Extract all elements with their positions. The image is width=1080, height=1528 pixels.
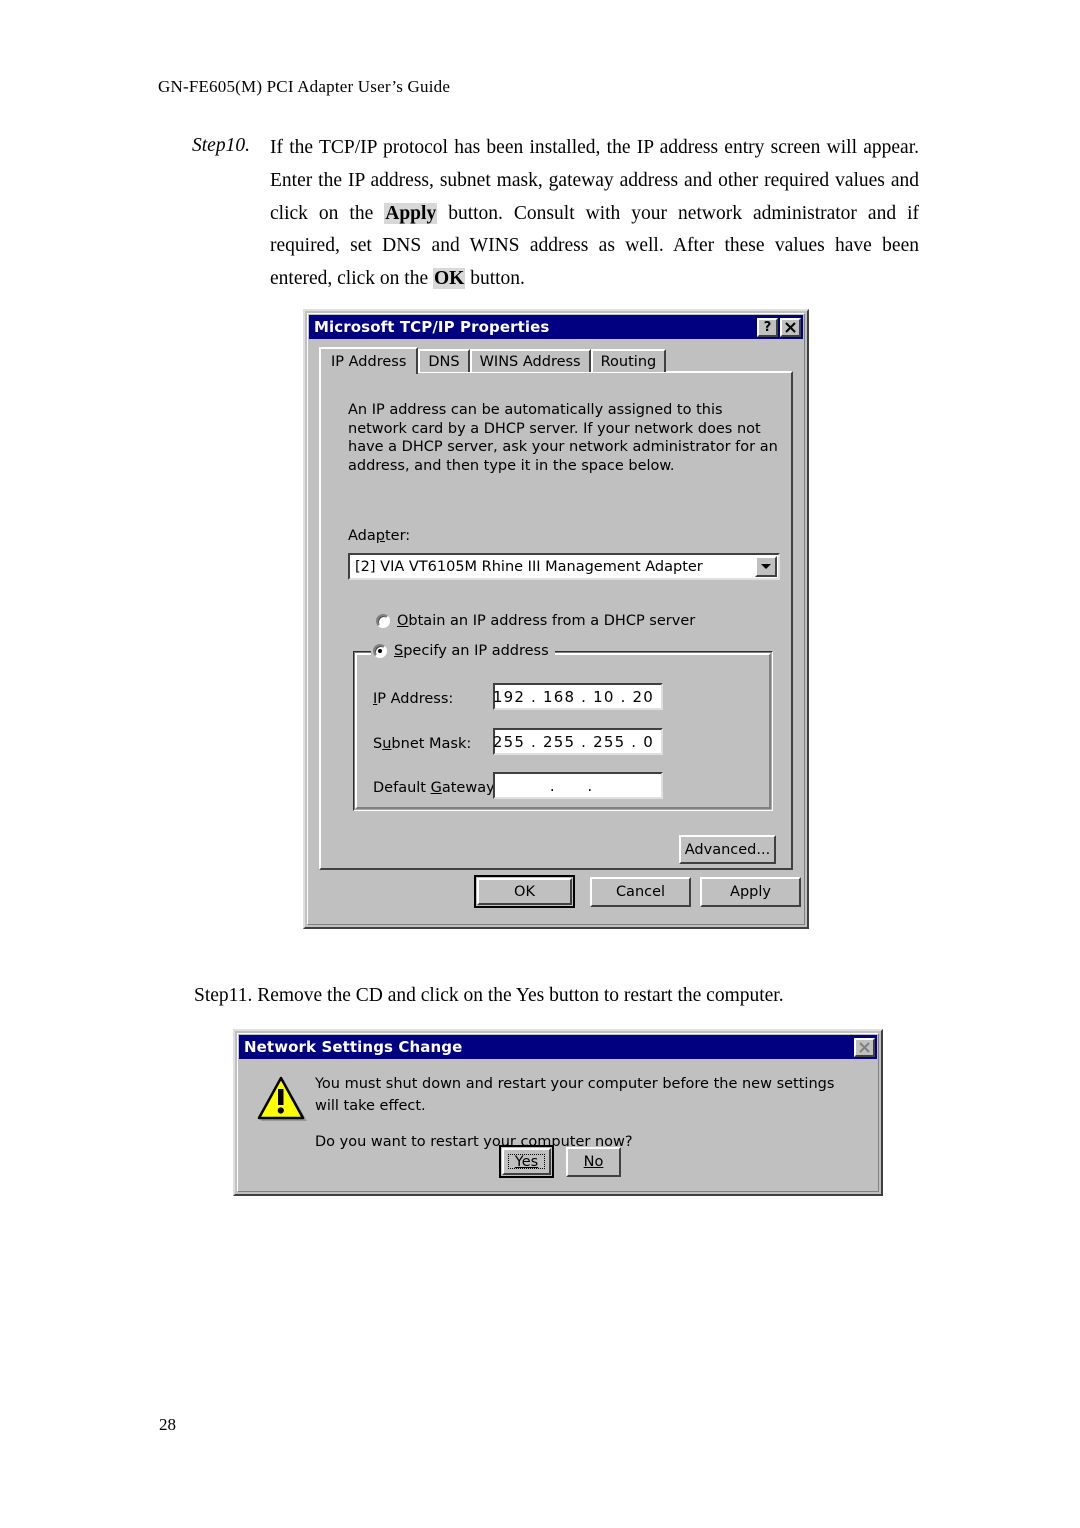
warning-triangle-icon [256, 1073, 310, 1125]
step10-label: Step10. [192, 135, 250, 156]
dialog-title-bar: Microsoft TCP/IP Properties ? [309, 315, 803, 339]
tcpip-properties-dialog: Microsoft TCP/IP Properties ? IP Address… [303, 309, 809, 929]
network-close-glyph [859, 1041, 870, 1053]
apply-button[interactable]: Apply [700, 877, 801, 907]
radio-specify-ip-dot [378, 649, 382, 653]
warning-triangle-glyph [257, 1076, 307, 1121]
radio-specify-ip-label: Specify an IP address [394, 643, 549, 659]
step10-line5b: button. [465, 268, 525, 290]
ip-address-tab-panel: An IP address can be automatically assig… [319, 371, 793, 870]
default-gateway-label: Default Gateway: [373, 780, 499, 796]
radio-obtain-dhcp-circle[interactable] [376, 614, 390, 628]
no-button-label: No [583, 1154, 604, 1170]
ok-button-label: OK [477, 878, 572, 905]
tab-routing-label: Routing [600, 353, 657, 370]
chevron-down-glyph [761, 564, 771, 569]
adapter-label: Adapter: [348, 528, 411, 544]
close-glyph [785, 321, 796, 333]
apply-bold-text: Apply [384, 202, 438, 224]
network-dialog-message: You must shut down and restart your comp… [315, 1073, 860, 1153]
subnet-mask-label: Subnet Mask: [373, 736, 472, 752]
ok-bold-text: OK [432, 268, 466, 290]
tab-ip-address-label: IP Address [331, 353, 407, 370]
radio-specify-ip[interactable]: Specify an IP address [373, 643, 555, 659]
page-number: 28 [159, 1415, 176, 1434]
step10-block: Step10. If the TCP/IP protocol has been … [192, 132, 919, 296]
adapter-dropdown[interactable]: [2] VIA VT6105M Rhine III Management Ada… [348, 553, 780, 580]
close-icon[interactable] [780, 317, 801, 337]
yes-button[interactable]: Yes [499, 1145, 554, 1178]
advanced-button[interactable]: Advanced... [679, 835, 776, 864]
tab-wins-address[interactable]: WINS Address [469, 349, 591, 372]
step10-line3b: button. Consult with your [437, 202, 668, 224]
step10-body: If the TCP/IP protocol has been installe… [270, 132, 919, 296]
subnet-mask-input[interactable]: 255 . 255 . 255 . 0 [493, 728, 663, 755]
ip-address-label: IP Address: [373, 691, 454, 707]
chevron-down-icon[interactable] [755, 556, 777, 577]
step10-line1: If the TCP/IP protocol has been installe… [270, 137, 821, 158]
dialog-title: Microsoft TCP/IP Properties [314, 318, 550, 336]
tab-routing[interactable]: Routing [590, 349, 667, 372]
radio-specify-ip-circle[interactable] [373, 644, 387, 658]
ip-address-input[interactable]: 192 . 168 . 10 . 20 [493, 683, 663, 710]
radio-obtain-dhcp[interactable]: Obtain an IP address from a DHCP server [376, 613, 695, 629]
ip-description-text: An IP address can be automatically assig… [348, 402, 778, 474]
tab-dns[interactable]: DNS [418, 349, 470, 372]
no-button[interactable]: No [566, 1147, 621, 1177]
ok-button[interactable]: OK [474, 875, 575, 908]
network-dialog-title-bar: Network Settings Change [239, 1035, 877, 1059]
tab-ip-address[interactable]: IP Address [319, 347, 419, 374]
tab-dns-label: DNS [428, 353, 460, 370]
cancel-button[interactable]: Cancel [590, 877, 691, 907]
radio-obtain-dhcp-label: Obtain an IP address from a DHCP server [397, 613, 696, 629]
tab-strip: IP Address DNS WINS Address Routing [319, 347, 667, 374]
help-button[interactable]: ? [757, 317, 778, 337]
network-dialog-title: Network Settings Change [244, 1038, 463, 1056]
yes-button-inner: Yes [502, 1148, 551, 1175]
network-close-icon[interactable] [854, 1037, 875, 1057]
network-message-line1: You must shut down and restart your comp… [315, 1076, 835, 1114]
page-header: GN-FE605(M) PCI Adapter User’s Guide [158, 77, 451, 96]
network-settings-change-dialog: Network Settings Change You must shut do… [233, 1029, 883, 1196]
tab-wins-address-label: WINS Address [479, 353, 581, 370]
step11-text: Step11. Remove the CD and click on the Y… [194, 985, 784, 1006]
adapter-selected-value: [2] VIA VT6105M Rhine III Management Ada… [355, 558, 703, 575]
yes-button-focus-ring [508, 1154, 545, 1169]
default-gateway-input[interactable]: . . [493, 772, 663, 799]
